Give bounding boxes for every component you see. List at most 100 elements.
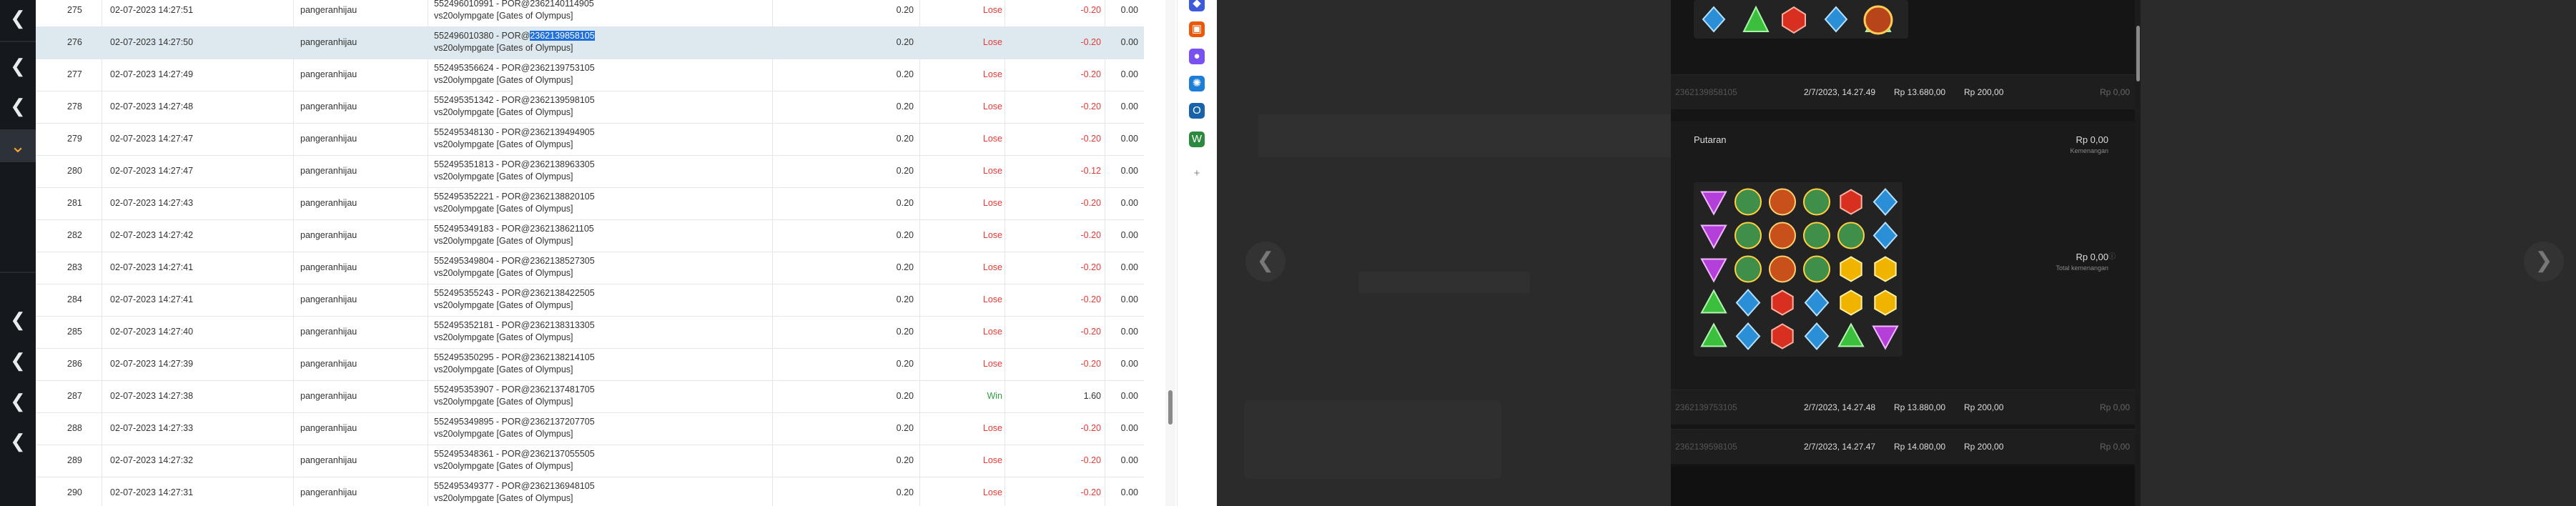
panel-scrollbar-thumb[interactable]	[2136, 26, 2140, 81]
table-row[interactable]: 276 02-07-2023 14:27:50 pangeranhijau 55249…	[36, 26, 1144, 59]
row-username: pangeranhijau	[300, 327, 357, 337]
row-result: Lose	[982, 37, 1002, 47]
collapse-button-3[interactable]: ❮	[0, 89, 36, 122]
table-row[interactable]: 281 02-07-2023 14:27:43 pangeranhijau 55249…	[36, 187, 1144, 220]
row-amount: -0.20	[1080, 134, 1102, 144]
spin-total-win-label: Total kemenangan	[2056, 264, 2108, 272]
collapse-button-5[interactable]: ❮	[0, 344, 36, 377]
row-balance: 0.00	[1120, 359, 1138, 369]
blue-gem	[1702, 6, 1726, 33]
hex-yellow-gem	[1874, 289, 1897, 316]
table-row[interactable]: 279 02-07-2023 14:27:47 pangeranhijau 55249…	[36, 123, 1144, 156]
row-description: 552495352221 - POR@2362138820105 vs20olym…	[434, 187, 791, 223]
info-icon[interactable]: ⓘ	[2108, 250, 2116, 261]
table-row[interactable]: 280 02-07-2023 14:27:47 pangeranhijau 55249…	[36, 155, 1144, 188]
row-result: Lose	[982, 359, 1002, 369]
row-balance: 0.00	[1120, 69, 1138, 79]
people-icon[interactable]: ●	[1189, 49, 1205, 64]
copilot-icon[interactable]: ✺	[1189, 76, 1205, 91]
diamond-blue-gem	[1735, 288, 1761, 317]
row-username: pangeranhijau	[300, 487, 357, 497]
transactions-table: 275 02-07-2023 14:27:51 pangeranhijau 55249…	[36, 0, 1144, 506]
description-line-2: vs20olympgate [Gates of Olympus]	[434, 397, 573, 407]
expand-button[interactable]: ⌄	[0, 129, 36, 162]
round-win: Rp 0,00	[2099, 87, 2130, 97]
crown-gem	[1837, 222, 1865, 249]
description-line-2: vs20olympgate [Gates of Olympus]	[434, 364, 573, 374]
heart-red-gem	[1771, 289, 1794, 316]
table-row[interactable]: 286 02-07-2023 14:27:39 pangeranhijau 55249…	[36, 348, 1144, 381]
row-bet: 0.20	[896, 391, 914, 401]
row-amount: -0.20	[1080, 37, 1102, 47]
row-date: 02-07-2023 14:27:49	[110, 69, 194, 79]
table-row[interactable]: 289 02-07-2023 14:27:32 pangeranhijau 55249…	[36, 445, 1144, 477]
row-date: 02-07-2023 14:27:41	[110, 262, 194, 272]
row-date: 02-07-2023 14:27:41	[110, 294, 194, 304]
row-balance: 0.00	[1120, 487, 1138, 497]
table-scrollbar-thumb[interactable]	[1168, 390, 1173, 425]
diamond-blue-gem	[1872, 187, 1898, 217]
description-line-1: 552495353907 - POR@2362137481705	[434, 385, 595, 395]
table-row[interactable]: 277 02-07-2023 14:27:49 pangeranhijau 55249…	[36, 59, 1144, 91]
collapse-button-6[interactable]: ❮	[0, 385, 36, 417]
description-line-2: vs20olympgate [Gates of Olympus]	[434, 43, 573, 53]
collapse-button-1[interactable]: ❮	[0, 1, 36, 34]
history-row[interactable]: 2362139753105 2/7/2023, 14.27.48 Rp 13.8…	[1671, 390, 2136, 425]
row-result: Lose	[982, 294, 1002, 304]
blue-gem	[1824, 6, 1848, 33]
table-row[interactable]: 285 02-07-2023 14:27:40 pangeranhijau 55249…	[36, 316, 1144, 349]
diamond-blue-gem	[1872, 221, 1898, 250]
highlighted-round-id[interactable]: 2362139858105	[530, 31, 595, 41]
round-date: 2/7/2023, 14.27.49	[1804, 87, 1876, 97]
crown-gem	[1862, 4, 1894, 36]
add-icon[interactable]: +	[1189, 166, 1205, 182]
description-line-1: 552495352221 - POR@2362138820105	[434, 192, 595, 202]
row-date: 02-07-2023 14:27:32	[110, 455, 194, 465]
table-row[interactable]: 282 02-07-2023 14:27:42 pangeranhijau 55249…	[36, 219, 1144, 252]
row-username: pangeranhijau	[300, 37, 357, 47]
description-line-2: vs20olympgate [Gates of Olympus]	[434, 429, 573, 439]
description-line-2: vs20olympgate [Gates of Olympus]	[434, 172, 573, 182]
row-description: 552495353907 - POR@2362137481705 vs20olym…	[434, 380, 791, 416]
crown-gem	[1803, 255, 1830, 283]
description-line-2: vs20olympgate [Gates of Olympus]	[434, 236, 573, 246]
round-id: 2362139858105	[1675, 87, 1737, 97]
spin-total-win: Rp 0,00	[2076, 252, 2108, 262]
table-row[interactable]: 290 02-07-2023 14:27:31 pangeranhijau 55249…	[36, 477, 1144, 506]
row-amount: -0.12	[1080, 166, 1102, 176]
round-date: 2/7/2023, 14.27.47	[1804, 442, 1876, 452]
table-row[interactable]: 288 02-07-2023 14:27:33 pangeranhijau 55249…	[36, 412, 1144, 445]
drop-icon[interactable]: W	[1189, 132, 1205, 147]
collapse-button-2[interactable]: ❮	[0, 49, 36, 82]
toolbox-icon[interactable]: ▣	[1189, 21, 1205, 37]
round-balance: Rp 13.680,00	[1894, 87, 1946, 97]
transaction-id: 552496010380 - POR@	[434, 31, 531, 41]
collapse-button-4[interactable]: ❮	[0, 303, 36, 336]
collapse-button-7[interactable]: ❮	[0, 425, 36, 457]
table-row[interactable]: 275 02-07-2023 14:27:51 pangeranhijau 55249…	[36, 0, 1144, 27]
row-date: 02-07-2023 14:27:50	[110, 37, 194, 47]
diamond-icon[interactable]: ◆	[1189, 0, 1205, 11]
row-description: 552495350295 - POR@2362138214105 vs20olym…	[434, 348, 791, 384]
crown-gem	[1734, 188, 1762, 216]
row-bet: 0.20	[896, 37, 914, 47]
history-row[interactable]: 2362139598105 2/7/2023, 14.27.47 Rp 14.0…	[1671, 429, 2136, 464]
table-row[interactable]: 284 02-07-2023 14:27:41 pangeranhijau 55249…	[36, 284, 1144, 317]
outlook-icon[interactable]: O	[1189, 103, 1205, 119]
row-date: 02-07-2023 14:27:31	[110, 487, 194, 497]
table-row[interactable]: 287 02-07-2023 14:27:38 pangeranhijau 55249…	[36, 380, 1144, 413]
previous-arrow-button[interactable]: ❮	[1245, 242, 1285, 282]
table-row[interactable]: 283 02-07-2023 14:27:41 pangeranhijau 55249…	[36, 252, 1144, 284]
row-balance: 0.00	[1120, 455, 1138, 465]
table-row[interactable]: 278 02-07-2023 14:27:48 pangeranhijau 55249…	[36, 91, 1144, 124]
crown-gem	[1803, 222, 1830, 249]
description-line-2: vs20olympgate [Gates of Olympus]	[434, 11, 573, 21]
hex-yellow-gem	[1840, 289, 1862, 316]
table-scrollbar-track[interactable]	[1165, 0, 1175, 506]
row-amount: -0.20	[1080, 5, 1102, 15]
row-username: pangeranhijau	[300, 134, 357, 144]
history-row[interactable]: 2362139858105 2/7/2023, 14.27.49 Rp 13.6…	[1671, 74, 2136, 109]
row-username: pangeranhijau	[300, 101, 357, 111]
next-arrow-button[interactable]: ❯	[2524, 242, 2564, 282]
row-result: Lose	[982, 134, 1002, 144]
